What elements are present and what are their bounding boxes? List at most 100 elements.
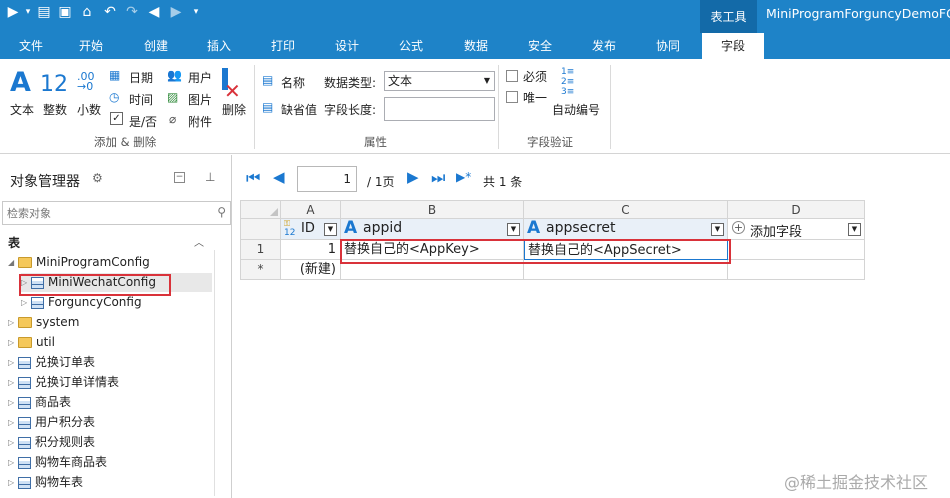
add-field-header[interactable]: + 添加字段 ▼ <box>728 219 865 240</box>
id-cell[interactable]: 1 <box>281 240 341 260</box>
expand-arrow-icon[interactable]: ▷ <box>8 333 18 352</box>
tree-item[interactable]: ▷ 商品表 <box>8 393 71 412</box>
delete-field-button[interactable]: 删除 <box>222 101 246 118</box>
back-icon[interactable]: ◀ <box>145 3 163 21</box>
expand-arrow-icon[interactable]: ▷ <box>8 413 18 432</box>
required-checkbox[interactable] <box>506 70 518 82</box>
tree-item[interactable]: ▷ 用户积分表 <box>8 413 95 432</box>
tab-insert[interactable]: 插入 <box>196 33 242 59</box>
next-page-icon[interactable]: ▶ <box>407 168 419 186</box>
appsecret-cell[interactable]: 替换自己的<AppSecret> <box>524 240 728 260</box>
field-header-id[interactable]: ⚿ 12 ID ▼ <box>281 219 341 240</box>
image-type-button[interactable]: 图片 <box>188 91 212 108</box>
tree-item[interactable]: ▷ 购物车表 <box>8 473 83 492</box>
collapse-arrow-icon[interactable]: ◢ <box>8 253 18 272</box>
page-number-input[interactable]: 1 <box>297 166 357 192</box>
new-row-id-cell[interactable]: (新建) <box>281 260 341 280</box>
tab-security[interactable]: 安全 <box>517 33 563 59</box>
grid-corner[interactable] <box>240 200 281 219</box>
tab-field[interactable]: 字段 <box>702 33 764 59</box>
pin-icon[interactable]: ⊥ <box>205 170 215 184</box>
tree-item[interactable]: ▷ 兑换订单详情表 <box>8 373 119 392</box>
forward-icon[interactable]: ▶ <box>167 3 185 21</box>
chevron-up-icon[interactable]: ︿ <box>194 234 204 249</box>
collapse-all-icon[interactable]: − <box>174 172 185 183</box>
tree-item[interactable]: ▷ 积分规则表 <box>8 433 95 452</box>
new-row-header[interactable]: * <box>240 260 281 280</box>
open-folder-icon[interactable]: ⌂ <box>78 3 96 21</box>
expand-arrow-icon[interactable]: ▷ <box>8 453 18 472</box>
expand-arrow-icon[interactable]: ▷ <box>8 373 18 392</box>
chevron-down-icon[interactable]: ▼ <box>711 223 724 236</box>
expand-arrow-icon[interactable]: ▷ <box>8 433 18 452</box>
column-letter-header[interactable]: D <box>728 200 865 219</box>
tree-scrollbar[interactable] <box>214 250 231 496</box>
row-header[interactable]: 1 <box>240 240 281 260</box>
tree-item[interactable]: ▷ 购物车商品表 <box>8 453 107 472</box>
chevron-down-icon[interactable]: ▼ <box>507 223 520 236</box>
datatype-select[interactable]: 文本 ▼ <box>384 71 495 91</box>
first-page-icon[interactable]: ⏮ <box>246 168 260 188</box>
time-type-button[interactable]: 时间 <box>129 91 153 108</box>
context-tab-table-tools[interactable]: 表工具 <box>700 0 757 33</box>
tab-print[interactable]: 打印 <box>260 33 306 59</box>
last-page-icon[interactable]: ⏭ <box>431 168 445 188</box>
redo-icon[interactable]: ↷ <box>123 3 141 21</box>
field-length-input[interactable] <box>384 97 495 121</box>
tab-publish[interactable]: 发布 <box>581 33 627 59</box>
expand-arrow-icon[interactable]: ▷ <box>8 393 18 412</box>
undo-icon[interactable]: ↶ <box>101 3 119 21</box>
tab-formula[interactable]: 公式 <box>388 33 434 59</box>
gear-icon[interactable]: ⚙ <box>92 171 103 185</box>
tree-item-label: 兑换订单详情表 <box>35 375 120 389</box>
integer-type-button[interactable]: 整数 <box>43 101 67 118</box>
appid-cell[interactable]: 替换自己的<AppKey> <box>341 240 524 260</box>
auto-number-button[interactable]: 自动编号 <box>552 101 600 118</box>
previous-page-icon[interactable]: ◀ <box>273 168 285 186</box>
tab-create[interactable]: 创建 <box>133 33 179 59</box>
tab-design[interactable]: 设计 <box>324 33 370 59</box>
field-header-appsecret[interactable]: A appsecret ▼ <box>524 219 728 240</box>
text-field-icon: A <box>527 219 541 238</box>
object-search-input[interactable] <box>7 203 207 223</box>
expand-arrow-icon[interactable]: ▷ <box>8 313 18 332</box>
expand-arrow-icon[interactable]: ▷ <box>21 293 31 312</box>
default-value-label[interactable]: 缺省值 <box>281 101 317 118</box>
name-property-label[interactable]: 名称 <box>281 74 305 91</box>
column-letter-header[interactable]: B <box>341 200 524 219</box>
tree-item[interactable]: ▷ 兑换订单表 <box>8 353 95 372</box>
new-row-appsecret-cell[interactable] <box>524 260 728 280</box>
search-icon[interactable]: ⚲ <box>217 205 226 219</box>
tree-item[interactable]: ▷ util <box>8 333 55 352</box>
customize-dropdown-icon[interactable]: ▾ <box>187 3 205 21</box>
unique-checkbox[interactable] <box>506 91 518 103</box>
column-letter-header[interactable]: A <box>281 200 341 219</box>
tree-item[interactable]: ▷ MiniWechatConfig <box>21 273 212 292</box>
field-header-appid[interactable]: A appid ▼ <box>341 219 524 240</box>
new-record-icon[interactable]: ▶* <box>456 170 471 184</box>
tree-item[interactable]: ▷ ForguncyConfig <box>21 293 142 312</box>
date-type-button[interactable]: 日期 <box>129 69 153 86</box>
text-type-button[interactable]: 文本 <box>10 101 34 118</box>
expand-arrow-icon[interactable]: ▷ <box>8 353 18 372</box>
decimal-type-button[interactable]: 小数 <box>77 101 101 118</box>
tab-collaborate[interactable]: 协同 <box>645 33 691 59</box>
tree-item[interactable]: ◢ MiniProgramConfig <box>8 253 150 272</box>
tab-file[interactable]: 文件 <box>8 33 54 59</box>
tab-home[interactable]: 开始 <box>68 33 114 59</box>
column-letter-header[interactable]: C <box>524 200 728 219</box>
new-row-appid-cell[interactable] <box>341 260 524 280</box>
save-icon[interactable]: ▣ <box>56 3 74 21</box>
empty-cell[interactable] <box>728 240 865 260</box>
new-document-icon[interactable]: ▤ <box>35 3 53 21</box>
expand-arrow-icon[interactable]: ▷ <box>8 473 18 492</box>
chevron-down-icon[interactable]: ▼ <box>324 223 337 236</box>
empty-cell[interactable] <box>728 260 865 280</box>
expand-arrow-icon[interactable]: ▷ <box>21 273 31 292</box>
attachment-type-button[interactable]: 附件 <box>188 113 212 130</box>
tab-data[interactable]: 数据 <box>453 33 499 59</box>
yesno-type-button[interactable]: 是/否 <box>129 113 157 130</box>
user-type-button[interactable]: 用户 <box>188 69 212 86</box>
tree-item[interactable]: ▷ system <box>8 313 79 332</box>
chevron-down-icon[interactable]: ▼ <box>848 223 861 236</box>
